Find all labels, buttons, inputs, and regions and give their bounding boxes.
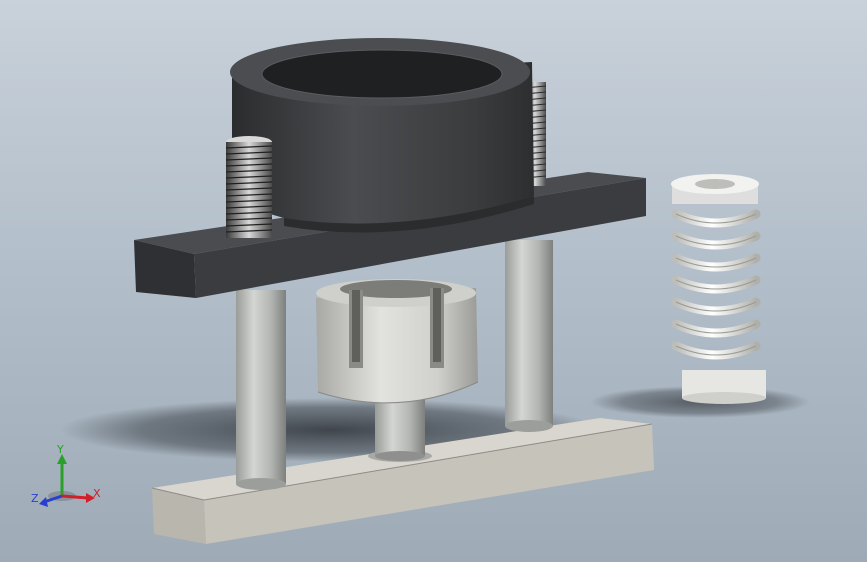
triad-label-z: Z xyxy=(31,492,39,505)
guide-pillar-front[interactable] xyxy=(236,290,286,490)
threaded-stud-front[interactable] xyxy=(225,136,273,238)
triad-arrow-z xyxy=(39,497,48,507)
triad-label-x: X xyxy=(93,487,101,500)
guide-pillar-rear[interactable] xyxy=(505,240,553,432)
center-shaft[interactable] xyxy=(368,398,432,462)
assembly-scene[interactable]: Y X Z xyxy=(0,0,867,562)
collet[interactable] xyxy=(316,279,479,404)
reference-triad: Y X Z xyxy=(31,443,101,507)
ring-part[interactable] xyxy=(230,38,534,233)
compression-spring[interactable] xyxy=(671,174,766,404)
3d-viewport[interactable]: Y X Z xyxy=(0,0,867,562)
triad-label-y: Y xyxy=(56,443,64,456)
triad-axis-x xyxy=(61,494,89,500)
